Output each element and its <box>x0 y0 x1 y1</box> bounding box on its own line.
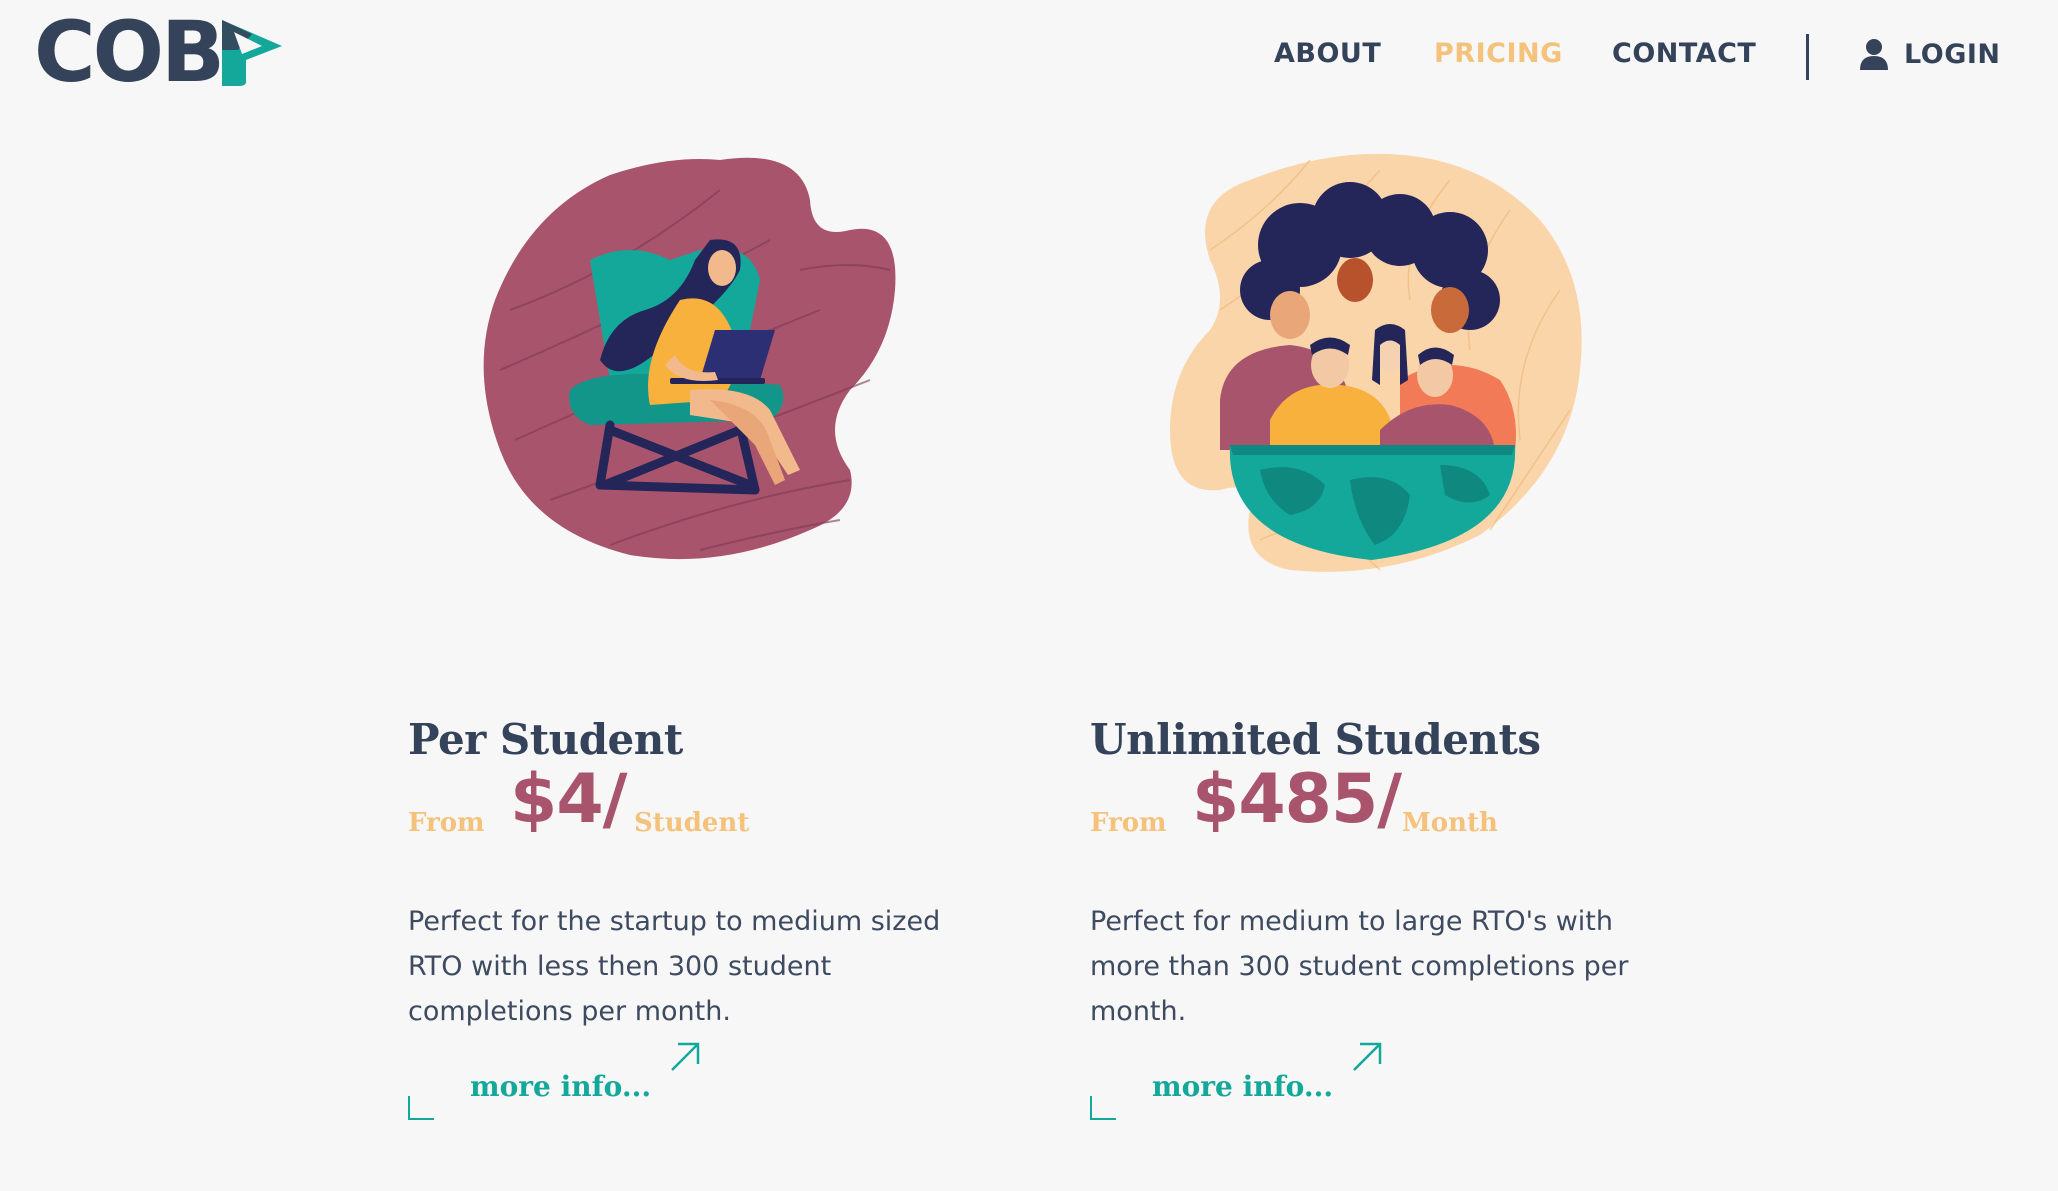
nav-about-link[interactable]: ABOUT <box>1274 38 1381 69</box>
nav-pricing-link[interactable]: PRICING <box>1434 38 1563 69</box>
price-amount: $4/ <box>510 760 627 839</box>
arrow-up-right-icon <box>1353 1042 1382 1071</box>
nav-divider <box>1806 34 1809 80</box>
plan-title: Unlimited Students <box>1090 714 1541 764</box>
more-info-link[interactable]: more info... <box>408 1040 708 1130</box>
price-unit: Student <box>634 808 750 838</box>
corner-bracket-icon <box>1090 1096 1116 1120</box>
more-info-link[interactable]: more info... <box>1090 1040 1390 1130</box>
plan-description: Perfect for the startup to medium sized … <box>408 906 941 1027</box>
corner-bracket-icon <box>408 1096 434 1120</box>
price-unit: Month <box>1402 808 1498 838</box>
price-from-label: From <box>408 808 485 838</box>
group-on-globe-illustration <box>1170 153 1582 572</box>
more-info-label: more info... <box>470 1070 652 1103</box>
user-icon <box>1860 39 1888 70</box>
woman-with-laptop-illustration <box>483 157 896 560</box>
login-button[interactable]: LOGIN <box>1860 38 2001 70</box>
arrow-up-right-icon <box>671 1042 700 1071</box>
nav-contact-link[interactable]: CONTACT <box>1612 38 1756 69</box>
more-info-label: more info... <box>1152 1070 1334 1103</box>
price-amount: $485/ <box>1192 760 1402 839</box>
plan-title: Per Student <box>408 714 683 764</box>
main-nav: ABOUT PRICING CONTACT LOGIN <box>0 34 2058 80</box>
plan-description: Perfect for medium to large RTO's with m… <box>1090 906 1629 1027</box>
login-label: LOGIN <box>1904 38 2001 70</box>
price-from-label: From <box>1090 808 1167 838</box>
